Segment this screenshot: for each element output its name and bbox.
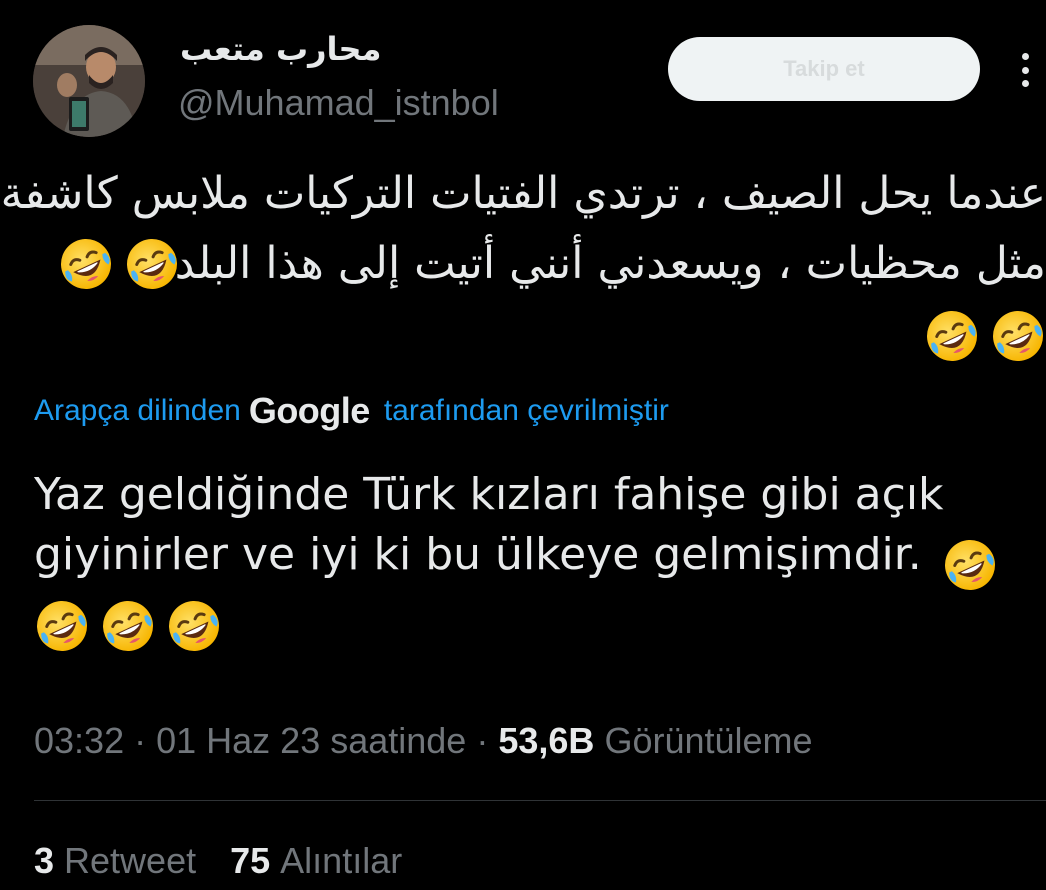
meta-separator: · (134, 720, 157, 761)
rofl-emoji-icon (58, 236, 114, 292)
original-text-line-1: عندما يحل الصيف ، ترتدي الفتيات التركيات… (0, 168, 1046, 219)
rofl-emoji-icon (124, 236, 180, 292)
quotes-label: Alıntılar (280, 840, 403, 881)
retweets-count: 3 (34, 840, 55, 881)
follow-button[interactable]: Takip et (668, 37, 980, 101)
quotes-count: 75 (230, 840, 271, 881)
display-name[interactable]: محارب متعب (180, 30, 381, 68)
translation-prefix: Arapça dilinden (34, 394, 241, 427)
retweets-stat[interactable]: 3 Retweet (34, 840, 196, 882)
translated-tweet-text: Yaz geldiğinde Türk kızları fahişe gibi … (34, 469, 944, 580)
quotes-stat[interactable]: 75 Alıntılar (230, 840, 402, 882)
tweet-stats: 3 Retweet 75 Alıntılar (34, 840, 402, 882)
tweet-meta: 03:32 · 01 Haz 23 saatinde · 53,6B Görün… (34, 720, 813, 762)
emoji-group-original-1 (58, 236, 180, 292)
google-logo: Google (248, 390, 371, 431)
avatar-image (33, 25, 145, 137)
divider (34, 800, 1046, 801)
emoji-group-original-2 (924, 308, 1046, 364)
user-handle[interactable]: @Muhamad_istnbol (178, 82, 499, 124)
emoji-group-translated-1 (942, 537, 998, 593)
views-label: Görüntüleme (604, 720, 813, 761)
original-text-line-2-text: مثل محظيات ، ويسعدني أنني أتيت إلى هذا ا… (160, 238, 1046, 289)
meta-separator: · (476, 720, 499, 761)
original-text-line-2: مثل محظيات ، ويسعدني أنني أتيت إلى هذا ا… (34, 230, 1046, 300)
retweets-label: Retweet (64, 840, 197, 881)
rofl-emoji-icon (942, 537, 998, 593)
rofl-emoji-icon (924, 308, 980, 364)
translation-attribution[interactable]: Arapça dilinden Google tarafından çevril… (34, 390, 669, 432)
views-count: 53,6B (498, 720, 595, 761)
tweet-time[interactable]: 03:32 (34, 720, 124, 761)
rofl-emoji-icon (166, 598, 222, 654)
emoji-group-translated-2 (34, 598, 222, 654)
rofl-emoji-icon (34, 598, 90, 654)
more-options-icon[interactable] (1010, 50, 1040, 90)
rofl-emoji-icon (100, 598, 156, 654)
avatar[interactable] (33, 25, 145, 137)
original-tweet-text: عندما يحل الصيف ، ترتدي الفتيات التركيات… (0, 160, 1046, 300)
tweet-date[interactable]: 01 Haz 23 saatinde (156, 720, 466, 761)
rofl-emoji-icon (990, 308, 1046, 364)
translation-suffix: tarafından çevrilmiştir (383, 394, 669, 427)
